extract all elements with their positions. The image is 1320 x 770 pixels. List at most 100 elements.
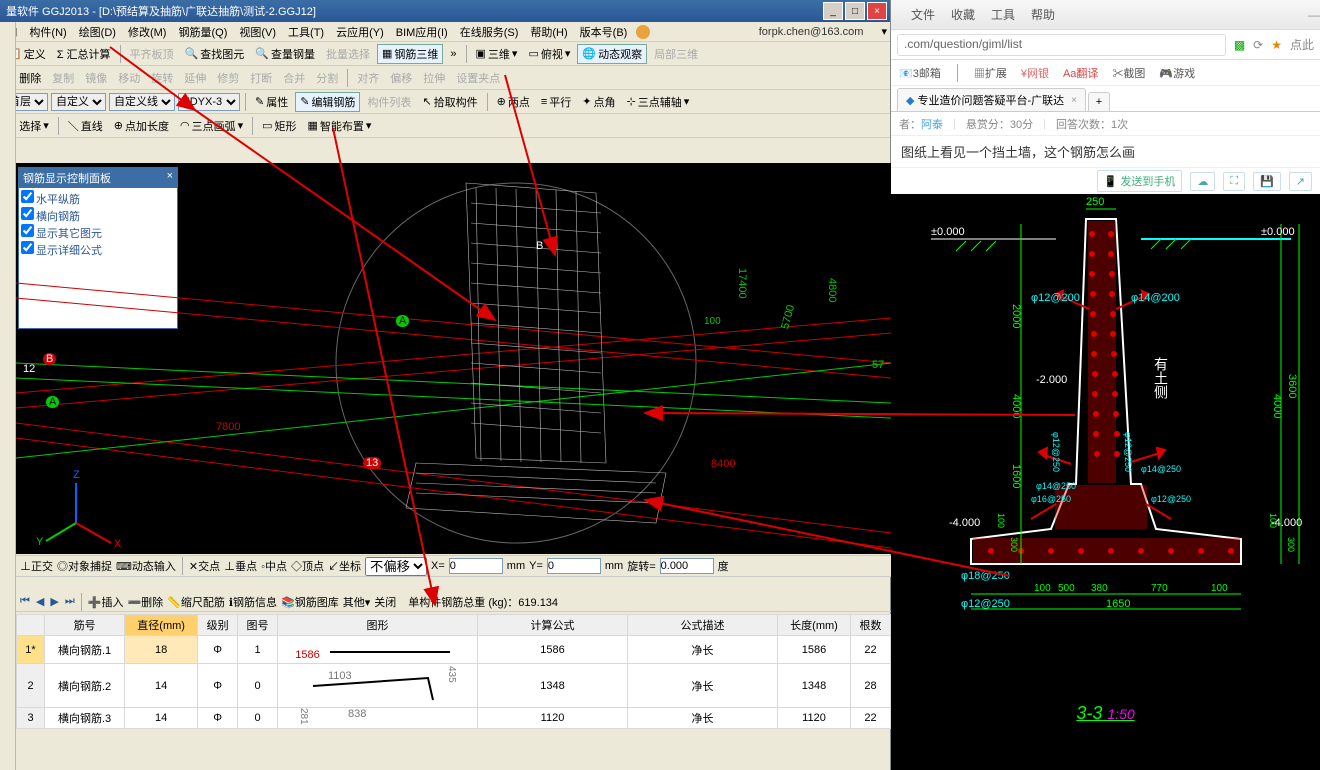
menu-item[interactable]: 绘图(D) bbox=[76, 23, 119, 41]
qita-button[interactable]: 其他▾ bbox=[343, 594, 371, 610]
menu-item[interactable]: 视图(V) bbox=[236, 23, 279, 41]
shuxing-button[interactable]: ✎属性 bbox=[251, 92, 292, 112]
ext-extend[interactable]: ▦扩展 bbox=[974, 65, 1007, 81]
col-th[interactable]: 图号 bbox=[238, 615, 278, 636]
col-lvl[interactable]: 级别 bbox=[198, 615, 238, 636]
cad-drawing[interactable]: 250 ±0.000 ±0.000 φ12@200 φ14@200 -2.000… bbox=[891, 194, 1320, 770]
menu-item[interactable]: BIM应用(I) bbox=[393, 23, 451, 41]
star-button[interactable]: 点此 bbox=[1290, 36, 1314, 53]
nav-last-icon[interactable]: ⏭ bbox=[65, 595, 75, 608]
sanwei-button[interactable]: ▦钢筋三维 bbox=[377, 44, 443, 64]
sandianhu-button[interactable]: ◠三点画弧▾ bbox=[176, 116, 247, 136]
gangjintuku-button[interactable]: 📚钢筋图库 bbox=[281, 594, 339, 610]
shiqu-button[interactable]: ↖拾取构件 bbox=[418, 92, 481, 112]
table-row[interactable]: 1* 横向钢筋.1 18 Φ 1 1586 1586 净长 1586 22 bbox=[17, 636, 891, 664]
y-input[interactable] bbox=[547, 558, 601, 574]
browser-tab[interactable]: ◆ 专业造价问题答疑平台-广联达 × bbox=[897, 88, 1086, 111]
suochi-button[interactable]: 📏缩尺配筋 bbox=[167, 594, 225, 610]
chajin-button[interactable]: 🔍查量钢量 bbox=[251, 44, 319, 64]
dingdian-button[interactable]: ◇顶点 bbox=[291, 558, 324, 574]
col-name[interactable]: 筋号 bbox=[45, 615, 125, 636]
3d-viewport[interactable]: 钢筋显示控制面板× 水平纵筋 横向钢筋 显示其它图元 显示详细公式 bbox=[16, 163, 891, 554]
col-calc[interactable]: 计算公式 bbox=[478, 615, 628, 636]
col-n[interactable]: 根数 bbox=[851, 615, 891, 636]
dongtai-button[interactable]: 🌐动态观察 bbox=[577, 44, 647, 64]
liangdian-button[interactable]: ⊕两点 bbox=[493, 92, 534, 112]
minimize-button[interactable]: _ bbox=[823, 2, 843, 20]
fushi-button[interactable]: ▭俯视▾ bbox=[524, 44, 574, 64]
ext-translate[interactable]: Aa翻译 bbox=[1063, 65, 1098, 81]
sandian-button[interactable]: ⊹三点辅轴▾ bbox=[623, 92, 694, 112]
qr-icon[interactable]: ▩ bbox=[1234, 38, 1245, 52]
menu-item[interactable]: 工具(T) bbox=[285, 23, 327, 41]
zhixian-button[interactable]: ＼直线 bbox=[64, 116, 107, 136]
dianjia-button[interactable]: ⊕点加长度 bbox=[110, 116, 173, 136]
jiaodian-button[interactable]: ✕交点 bbox=[189, 558, 220, 574]
charu-button[interactable]: ➕插入 bbox=[88, 594, 124, 610]
menu-item[interactable]: 构件(N) bbox=[26, 23, 69, 41]
zhengjiao-toggle[interactable]: ⊥正交 bbox=[20, 558, 53, 574]
ext-screenshot[interactable]: ✂截图 bbox=[1112, 65, 1145, 81]
col-shape[interactable]: 图形 bbox=[278, 615, 478, 636]
col-len[interactable]: 长度(mm) bbox=[778, 615, 851, 636]
nav-prev-icon[interactable]: ◀ bbox=[36, 595, 44, 608]
url-input[interactable]: .com/question/giml/list bbox=[897, 34, 1226, 56]
zhongdian-button[interactable]: ◦中点 bbox=[261, 558, 287, 574]
dyn-input-toggle[interactable]: ⌨动态输入 bbox=[116, 558, 176, 574]
gangjinxinxi-button[interactable]: ℹ钢筋信息 bbox=[229, 594, 277, 610]
chuidian-button[interactable]: ⊥垂点 bbox=[224, 558, 257, 574]
next-icon[interactable]: » bbox=[446, 44, 460, 64]
table-row[interactable]: 2 横向钢筋.2 14 Φ 0 1103435 1348 净长 1348 28 bbox=[17, 664, 891, 708]
col-diam[interactable]: 直径(mm) bbox=[125, 615, 198, 636]
guanbi-button[interactable]: 关闭 bbox=[374, 594, 396, 610]
rotate-input[interactable] bbox=[660, 558, 714, 574]
new-tab-button[interactable]: + bbox=[1088, 92, 1110, 111]
customline-select[interactable]: 自定义线 bbox=[109, 93, 175, 111]
chazhao-button[interactable]: 🔍查找图元 bbox=[181, 44, 249, 64]
browser-menu-item[interactable]: 收藏 bbox=[951, 6, 975, 23]
refresh-icon[interactable]: ⟳ bbox=[1253, 38, 1263, 52]
dianjiao-button[interactable]: ✦点角 bbox=[578, 92, 619, 112]
save-icon[interactable]: 💾 bbox=[1253, 172, 1281, 191]
nav-next-icon[interactable]: ▶ bbox=[50, 595, 58, 608]
menu-item[interactable]: 版本号(B) bbox=[577, 23, 631, 41]
ext-bank[interactable]: ¥网银 bbox=[1021, 65, 1049, 81]
browser-menu-item[interactable]: 工具 bbox=[991, 6, 1015, 23]
send-phone-button[interactable]: 📱 发送到手机 bbox=[1097, 170, 1183, 192]
menu-item[interactable]: 钢筋量(Q) bbox=[175, 23, 230, 41]
x-input[interactable] bbox=[449, 558, 503, 574]
zhineng-button[interactable]: ▦智能布置▾ bbox=[304, 116, 376, 136]
juxing-button[interactable]: ▭矩形 bbox=[258, 116, 300, 136]
col-desc[interactable]: 公式描述 bbox=[628, 615, 778, 636]
tab-close-icon[interactable]: × bbox=[1071, 95, 1077, 106]
table-row[interactable]: 3 横向钢筋.3 14 Φ 0 838281 1120 净长 1120 22 bbox=[17, 708, 891, 729]
bianji-button[interactable]: ✎编辑钢筋 bbox=[295, 92, 360, 112]
dropdown-icon[interactable]: ▾ bbox=[878, 24, 890, 39]
expand-icon[interactable]: ⛶ bbox=[1223, 172, 1245, 191]
maximize-button[interactable]: □ bbox=[845, 2, 865, 20]
browser-menu-item[interactable]: 文件 bbox=[911, 6, 935, 23]
share-icon[interactable]: ↗ bbox=[1289, 172, 1312, 191]
close-button[interactable]: × bbox=[867, 2, 887, 20]
custom-select[interactable]: 自定义 bbox=[51, 93, 106, 111]
pingxing-button[interactable]: ≡平行 bbox=[537, 92, 575, 112]
browser-menu-item[interactable]: 帮助 bbox=[1031, 6, 1055, 23]
cloud-icon[interactable]: ☁ bbox=[1190, 172, 1215, 191]
ext-game[interactable]: 🎮游戏 bbox=[1159, 65, 1195, 81]
wdim-1650: 1650 bbox=[1106, 598, 1130, 610]
author-link[interactable]: 阿泰 bbox=[921, 119, 943, 131]
shanchu2-button[interactable]: ➖删除 bbox=[127, 594, 163, 610]
menu-item[interactable]: 帮助(H) bbox=[527, 23, 570, 41]
menu-item[interactable]: 云应用(Y) bbox=[333, 23, 387, 41]
zuobiao-button[interactable]: ↙坐标 bbox=[328, 558, 361, 574]
snap-toggle[interactable]: ◎对象捕捉 bbox=[57, 558, 112, 574]
spec-14-250r: φ14@250 bbox=[1141, 464, 1181, 474]
sanwei2-button[interactable]: ▣三维▾ bbox=[472, 44, 522, 64]
menu-item[interactable]: 在线服务(S) bbox=[457, 23, 522, 41]
sum-button[interactable]: Σ 汇总计算 bbox=[53, 44, 115, 64]
nav-first-icon[interactable]: ⏮ bbox=[20, 595, 30, 608]
ext-mail[interactable]: 📧3邮箱 bbox=[899, 65, 941, 81]
menu-item[interactable]: 修改(M) bbox=[125, 23, 170, 41]
zdyx-select[interactable]: ZDYX-3 bbox=[178, 93, 240, 111]
offset-select[interactable]: 不偏移 bbox=[365, 557, 427, 576]
